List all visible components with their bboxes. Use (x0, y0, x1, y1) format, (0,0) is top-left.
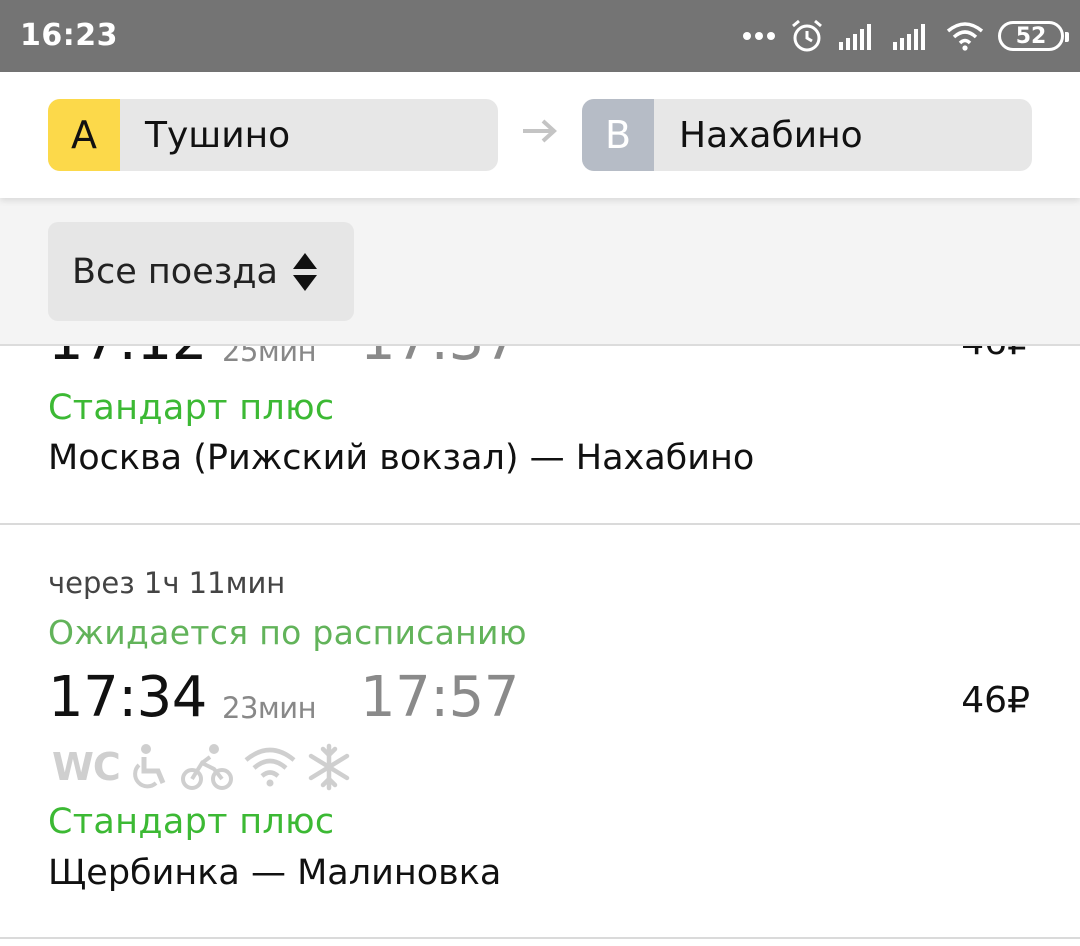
filter-label: Все поезда (72, 251, 279, 292)
amenities: WC (52, 743, 352, 791)
train-item[interactable]: 17:12 25мин 17:37 46₽ Стандарт плюс Моск… (0, 346, 1080, 526)
item-divider (0, 937, 1080, 939)
signal-icon (839, 24, 871, 50)
battery-icon: 52 (998, 21, 1069, 51)
tariff-name: Стандарт плюс (48, 388, 335, 428)
status-bar: 16:23 52 (0, 0, 1080, 72)
from-badge: A (48, 99, 120, 171)
departure-time: 17:34 (48, 665, 207, 730)
to-badge: B (582, 99, 654, 171)
arrival-time: 17:57 (360, 665, 519, 730)
arrival-time: 17:37 (360, 346, 519, 373)
ticket-price: 46₽ (961, 680, 1030, 721)
snowflake-icon (308, 743, 350, 791)
alarm-icon (792, 19, 822, 52)
wifi-icon (244, 747, 296, 787)
wc-icon: WC (52, 745, 121, 789)
signal-icon (893, 24, 925, 50)
arrow-right-icon (523, 119, 557, 143)
train-route: Москва (Рижский вокзал) — Нахабино (48, 438, 755, 478)
filter-bar: Все поезда (0, 198, 1080, 346)
wheelchair-icon (132, 744, 166, 789)
train-status: Ожидается по расписанию (48, 613, 527, 652)
ticket-price: 46₽ (961, 346, 1030, 363)
train-item[interactable]: через 1ч 11мин Ожидается по расписанию 1… (0, 525, 1080, 945)
train-list: 17:12 25мин 17:37 46₽ Стандарт плюс Моск… (0, 346, 1080, 946)
tariff-name: Стандарт плюс (48, 802, 335, 842)
departs-in: через 1ч 11мин (48, 566, 286, 600)
bicycle-icon (180, 744, 233, 790)
status-icons: 52 (742, 16, 1069, 56)
train-route: Щербинка — Малиновка (48, 853, 502, 893)
trip-duration: 23мин (222, 691, 317, 725)
status-time: 16:23 (20, 18, 118, 53)
from-station: Тушино (145, 114, 291, 156)
more-dots-icon (743, 32, 775, 40)
to-station: Нахабино (679, 114, 863, 156)
sort-updown-icon (293, 252, 318, 291)
from-field[interactable]: A Тушино (48, 99, 498, 171)
departure-time: 17:12 (48, 346, 207, 373)
to-field[interactable]: B Нахабино (582, 99, 1032, 171)
route-header: A Тушино B Нахабино (0, 72, 1080, 198)
wifi-icon (946, 22, 984, 51)
trip-duration: 25мин (222, 346, 317, 368)
train-filter-button[interactable]: Все поезда (48, 222, 354, 321)
